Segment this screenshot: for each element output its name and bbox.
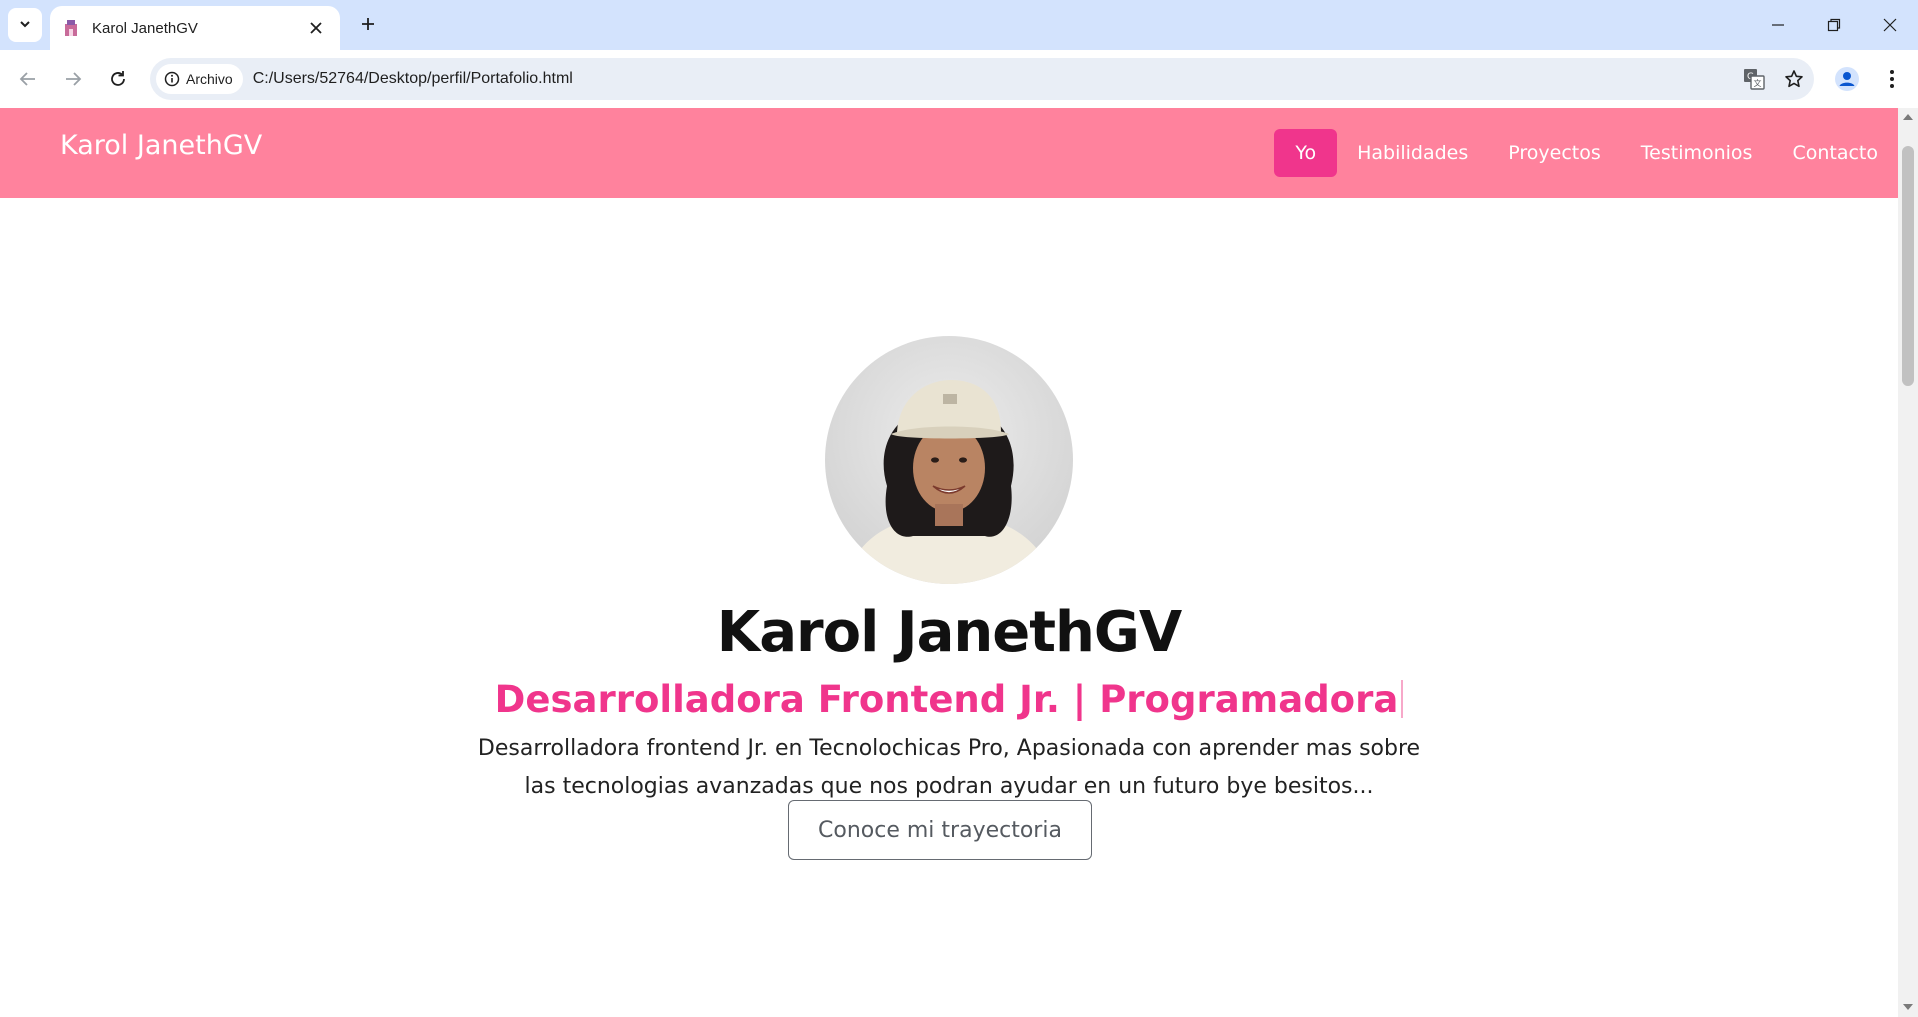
scroll-up-arrow-icon[interactable]: [1903, 114, 1913, 120]
nav-link-contacto[interactable]: Contacto: [1772, 129, 1898, 177]
reload-icon: [111, 71, 125, 86]
address-bar[interactable]: Archivo C:/Users/52764/Desktop/perfil/Po…: [150, 58, 1814, 100]
nav-link-proyectos[interactable]: Proyectos: [1488, 129, 1621, 177]
back-button[interactable]: [10, 61, 46, 97]
nav-link-testimonios[interactable]: Testimonios: [1621, 129, 1773, 177]
window-close-button[interactable]: [1862, 0, 1918, 50]
restore-icon: [1827, 18, 1841, 32]
typing-caret: [1401, 680, 1404, 718]
restore-button[interactable]: [1806, 0, 1862, 50]
profile-button[interactable]: [1829, 61, 1865, 97]
chevron-down-icon: [18, 16, 32, 35]
tab-strip: Karol JanethGV: [0, 0, 1918, 50]
browser-tab[interactable]: Karol JanethGV: [50, 6, 340, 50]
page-viewport: Karol JanethGV Yo Habilidades Proyectos …: [0, 108, 1898, 1017]
page-scrollbar[interactable]: [1898, 108, 1918, 1017]
account-icon: [1835, 67, 1859, 91]
site-nav-links: Yo Habilidades Proyectos Testimonios Con…: [1274, 129, 1898, 177]
profile-photo: [825, 336, 1073, 584]
site-brand[interactable]: Karol JanethGV: [60, 130, 262, 161]
plus-icon: [360, 16, 376, 36]
minimize-button[interactable]: [1750, 0, 1806, 50]
hero-name: Karol JanethGV: [716, 600, 1182, 665]
browser-toolbar: Archivo C:/Users/52764/Desktop/perfil/Po…: [0, 50, 1918, 108]
nav-link-habilidades[interactable]: Habilidades: [1337, 129, 1488, 177]
info-icon: [164, 71, 180, 87]
close-icon[interactable]: [304, 16, 328, 40]
tab-title: Karol JanethGV: [92, 19, 198, 37]
trajectory-button[interactable]: Conoce mi trayectoria: [788, 800, 1092, 860]
arrow-left-icon: [19, 72, 35, 86]
window-close-icon: [1883, 18, 1897, 32]
kebab-menu-icon: [1890, 70, 1894, 88]
hero-description: Desarrolladora frontend Jr. en Tecnoloch…: [477, 736, 1421, 799]
tab-search-button[interactable]: [8, 8, 42, 42]
minimize-icon: [1772, 24, 1784, 26]
reload-button[interactable]: [100, 61, 136, 97]
forward-button[interactable]: [55, 61, 91, 97]
url-text[interactable]: C:/Users/52764/Desktop/perfil/Portafolio…: [253, 70, 1734, 88]
hero-role-text: Desarrolladora Frontend Jr. | Programado…: [494, 678, 1399, 721]
nav-link-yo[interactable]: Yo: [1274, 129, 1338, 177]
new-tab-button[interactable]: [352, 10, 384, 42]
hero-role: Desarrolladora Frontend Jr. | Programado…: [0, 678, 1898, 721]
browser-menu-button[interactable]: [1874, 61, 1910, 97]
svg-text:文: 文: [1754, 78, 1762, 88]
scroll-thumb[interactable]: [1902, 146, 1914, 386]
scroll-down-arrow-icon[interactable]: [1903, 1004, 1913, 1010]
castle-favicon-icon: [62, 19, 80, 37]
arrow-right-icon: [66, 72, 82, 86]
star-icon[interactable]: [1774, 58, 1814, 100]
translate-icon[interactable]: G文: [1734, 58, 1774, 100]
site-info-chip[interactable]: Archivo: [156, 64, 243, 94]
site-navbar: Karol JanethGV Yo Habilidades Proyectos …: [0, 108, 1898, 198]
site-chip-label: Archivo: [186, 71, 233, 87]
